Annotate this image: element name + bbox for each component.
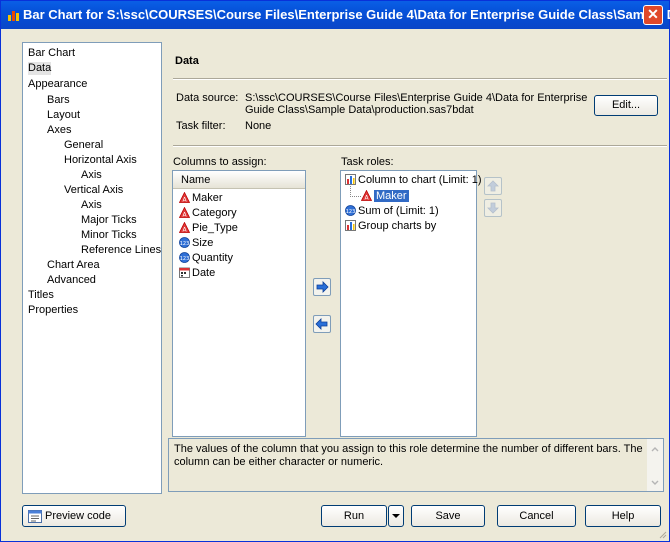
move-up-button[interactable] xyxy=(484,177,502,195)
data-source-value-line1: S:\ssc\COURSES\Course Files\Enterprise G… xyxy=(245,92,588,104)
numeric-role-icon: 123 xyxy=(345,205,356,216)
window-title: Bar Chart for S:\ssc\COURSES\Course File… xyxy=(23,7,670,22)
scroll-down-icon[interactable] xyxy=(649,477,661,489)
title-bar[interactable]: Bar Chart for S:\ssc\COURSES\Course File… xyxy=(1,1,670,29)
character-column-icon: A xyxy=(179,207,190,218)
save-button[interactable]: Save xyxy=(411,505,485,527)
cancel-button[interactable]: Cancel xyxy=(497,505,576,527)
character-column-icon: A xyxy=(179,222,190,233)
role-description-box: The values of the column that you assign… xyxy=(168,438,664,492)
assign-right-button[interactable] xyxy=(313,278,331,296)
columns-to-assign-label: Columns to assign: xyxy=(173,156,267,168)
role-icon xyxy=(345,220,356,231)
task-roles-label: Task roles: xyxy=(341,156,394,168)
nav-item-layout[interactable]: Layout xyxy=(47,109,80,122)
nav-item-general[interactable]: General xyxy=(64,139,103,152)
data-source-value-line2: Guide Class\Sample Data\production.sas7b… xyxy=(245,104,474,116)
tree-connector xyxy=(350,186,361,197)
nav-item-minor-ticks[interactable]: Minor Ticks xyxy=(81,229,137,242)
nav-item-horizontal-axis-axis[interactable]: Axis xyxy=(81,169,102,182)
nav-item-reference-lines[interactable]: Reference Lines xyxy=(81,244,161,257)
nav-item-bar-chart[interactable]: Bar Chart xyxy=(28,47,75,60)
task-filter-value: None xyxy=(245,120,272,132)
date-column-icon xyxy=(179,267,190,278)
data-panel: Data Data source: S:\ssc\COURSES\Course … xyxy=(168,42,668,494)
svg-text:123: 123 xyxy=(180,256,190,262)
role-icon xyxy=(345,174,356,185)
vertical-scrollbar[interactable] xyxy=(647,439,663,491)
task-filter-label: Task filter: xyxy=(176,120,226,132)
svg-text:123: 123 xyxy=(346,209,356,215)
resize-grip-icon[interactable] xyxy=(657,529,667,539)
role-description-text: The values of the column that you assign… xyxy=(174,443,643,468)
svg-text:123: 123 xyxy=(180,241,190,247)
preview-code-button[interactable]: Preview code xyxy=(22,505,126,527)
scroll-up-icon[interactable] xyxy=(649,443,661,455)
panel-title: Data xyxy=(175,55,199,67)
columns-list[interactable]: Name A Maker A Category A Pie_Type 123 S… xyxy=(172,170,306,437)
run-dropdown-button[interactable] xyxy=(388,505,404,527)
nav-item-properties[interactable]: Properties xyxy=(28,304,78,317)
arrow-right-icon xyxy=(316,281,329,293)
dialog-window: Bar Chart for S:\ssc\COURSES\Course File… xyxy=(0,0,670,542)
nav-item-chart-area[interactable]: Chart Area xyxy=(47,259,100,272)
preview-code-icon xyxy=(28,510,42,523)
nav-item-bars[interactable]: Bars xyxy=(47,94,70,107)
arrow-down-icon xyxy=(487,202,499,214)
character-column-icon: A xyxy=(179,192,190,203)
chevron-down-icon xyxy=(392,514,400,518)
help-button[interactable]: Help xyxy=(585,505,661,527)
arrow-left-icon xyxy=(315,318,328,330)
divider xyxy=(173,145,667,147)
edit-button[interactable]: Edit... xyxy=(594,95,658,116)
divider xyxy=(173,78,667,80)
list-header-name: Name xyxy=(181,174,211,186)
character-column-icon: A xyxy=(361,190,372,201)
unassign-left-button[interactable] xyxy=(313,315,331,333)
list-header[interactable]: Name xyxy=(173,171,305,189)
nav-item-advanced[interactable]: Advanced xyxy=(47,274,96,287)
data-source-label: Data source: xyxy=(176,92,239,104)
navigation-tree[interactable]: Bar Chart Data Appearance Bars Layout Ax… xyxy=(22,42,162,494)
button-bar: Preview code Run Save Cancel Help xyxy=(1,497,669,541)
nav-item-axes[interactable]: Axes xyxy=(47,124,71,137)
nav-item-appearance[interactable]: Appearance xyxy=(28,78,87,91)
nav-item-vertical-axis[interactable]: Vertical Axis xyxy=(64,184,123,197)
nav-item-data[interactable]: Data xyxy=(28,62,52,75)
bar-chart-app-icon xyxy=(7,9,19,21)
close-button[interactable]: ✕ xyxy=(643,5,663,25)
run-button[interactable]: Run xyxy=(321,505,387,527)
nav-item-vertical-axis-axis[interactable]: Axis xyxy=(81,199,102,212)
numeric-column-icon: 123 xyxy=(179,252,190,263)
move-down-button[interactable] xyxy=(484,199,502,217)
nav-item-major-ticks[interactable]: Major Ticks xyxy=(81,214,137,227)
task-roles-list[interactable]: Column to chart (Limit: 1) A Maker 123 S… xyxy=(340,170,481,437)
numeric-column-icon: 123 xyxy=(179,237,190,248)
nav-item-horizontal-axis[interactable]: Horizontal Axis xyxy=(64,154,137,167)
arrow-up-icon xyxy=(487,180,499,192)
nav-item-titles[interactable]: Titles xyxy=(28,289,54,302)
